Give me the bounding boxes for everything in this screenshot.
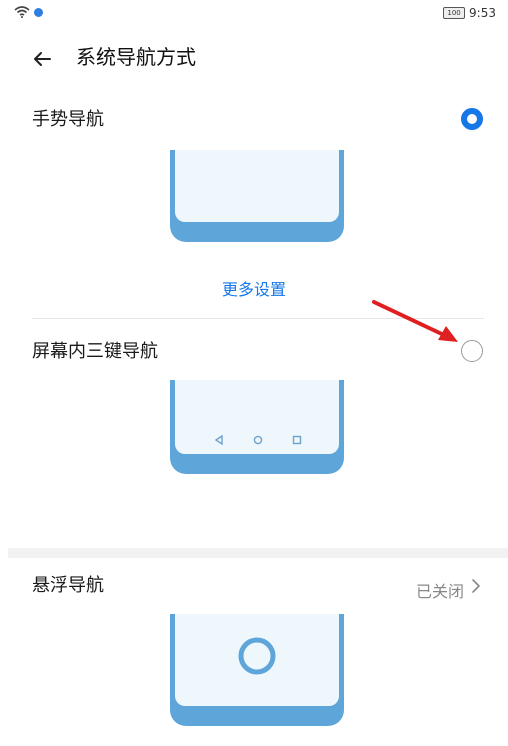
gesture-nav-radio[interactable] bbox=[461, 108, 483, 130]
floating-nav-title[interactable]: 悬浮导航 bbox=[32, 574, 104, 598]
nav-home-icon bbox=[253, 435, 263, 445]
gesture-nav-preview-screen bbox=[175, 150, 339, 222]
status-right: 100 9:53 bbox=[443, 6, 496, 20]
notification-dot-icon bbox=[34, 7, 43, 17]
nav-back-icon bbox=[214, 434, 223, 446]
gesture-nav-title[interactable]: 手势导航 bbox=[32, 108, 104, 132]
battery-icon: 100 bbox=[443, 7, 466, 19]
nav-recent-icon bbox=[292, 435, 302, 445]
three-key-nav-radio[interactable] bbox=[461, 340, 483, 362]
back-button[interactable] bbox=[28, 44, 58, 74]
status-bar: 100 9:53 bbox=[0, 0, 508, 28]
status-left bbox=[14, 6, 43, 18]
float-ring-icon bbox=[238, 637, 276, 675]
three-key-nav-preview-screen bbox=[175, 380, 339, 454]
three-key-nav-preview bbox=[170, 380, 344, 474]
floating-nav-status[interactable]: 已关闭 bbox=[416, 578, 464, 602]
three-key-nav-title[interactable]: 屏幕内三键导航 bbox=[32, 340, 158, 364]
app-bar: 系统导航方式 bbox=[0, 38, 508, 78]
wifi-icon bbox=[14, 6, 30, 18]
status-time: 9:53 bbox=[469, 6, 496, 20]
back-arrow-icon bbox=[34, 52, 51, 66]
floating-nav-preview bbox=[170, 614, 344, 726]
section-separator bbox=[8, 548, 508, 558]
page-title: 系统导航方式 bbox=[76, 45, 196, 69]
red-arrow-annotation bbox=[372, 300, 458, 342]
floating-nav-preview-screen bbox=[175, 614, 339, 706]
gesture-nav-preview bbox=[170, 150, 344, 242]
chevron-right-icon[interactable] bbox=[470, 576, 482, 596]
